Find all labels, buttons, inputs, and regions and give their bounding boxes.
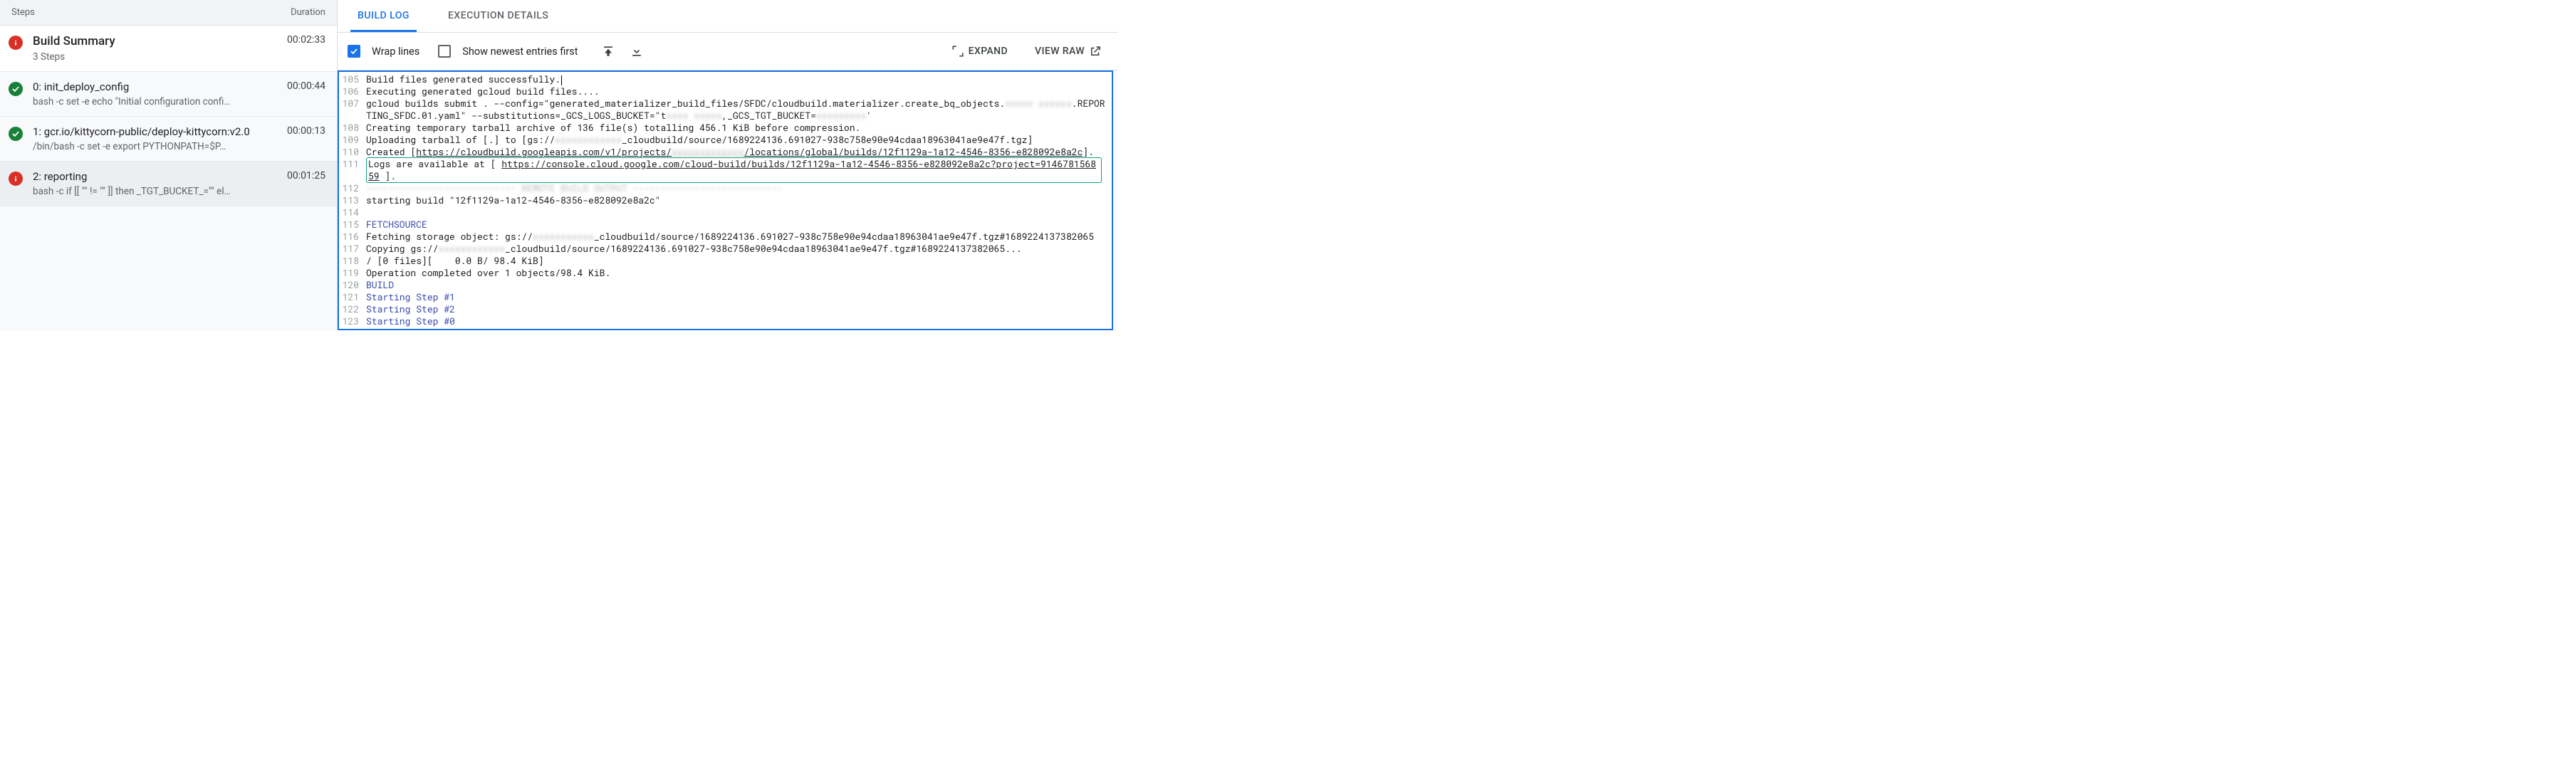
- line-number: 123: [339, 315, 366, 327]
- line-text: --------------------------- REMOTE BUILD…: [366, 182, 1112, 194]
- line-text: Build files generated successfully.: [366, 73, 1112, 85]
- summary-duration: 00:02:33: [287, 34, 325, 46]
- log-line: 116Fetching storage object: gs://xxxxxxx…: [339, 231, 1112, 243]
- steps-col-label: Steps: [11, 7, 35, 18]
- line-text: FETCHSOURCE: [366, 219, 1112, 231]
- build-summary-row[interactable]: Build Summary 3 Steps 00:02:33: [0, 26, 337, 72]
- line-number: 115: [339, 219, 366, 231]
- expand-label: EXPAND: [969, 46, 1008, 57]
- log-line: 114: [339, 206, 1112, 219]
- summary-title: Build Summary: [33, 34, 278, 48]
- line-number: 107: [339, 98, 366, 110]
- log-line: 118/ [0 files][ 0.0 B/ 98.4 KiB]: [339, 255, 1112, 267]
- expand-button[interactable]: EXPAND: [949, 41, 1011, 62]
- step-row-2[interactable]: 2: reporting bash -c if [[ "" != "" ]] th…: [0, 162, 337, 206]
- summary-sub: 3 Steps: [33, 51, 278, 63]
- log-line: 115FETCHSOURCE: [339, 219, 1112, 231]
- error-icon: [9, 36, 23, 50]
- log-panel: BUILD LOG EXECUTION DETAILS Wrap lines S…: [338, 0, 1117, 330]
- step-row-1[interactable]: 1: gcr.io/kittycorn-public/deploy-kittyc…: [0, 117, 337, 162]
- line-text: BUILD: [366, 279, 1112, 291]
- log-toolbar: Wrap lines Show newest entries first EXP…: [338, 33, 1117, 70]
- line-number: 121: [339, 291, 366, 303]
- line-number: 109: [339, 134, 366, 146]
- log-highlight-box: Logs are available at [ https://console.…: [366, 157, 1102, 183]
- line-text: Starting Step #1: [366, 291, 1112, 303]
- log-line: 113starting build "12f1129a-1a12-4546-83…: [339, 194, 1112, 206]
- log-line: 105Build files generated successfully.: [339, 73, 1112, 85]
- line-number: 111: [339, 158, 366, 170]
- log-line: 110Created [https://cloudbuild.googleapi…: [339, 146, 1112, 158]
- line-text: Logs are available at [ https://console.…: [366, 158, 1112, 182]
- view-raw-button[interactable]: VIEW RAW: [1032, 41, 1105, 62]
- log-line: 122Starting Step #2: [339, 303, 1112, 315]
- log-line: 107gcloud builds submit . --config="gene…: [339, 98, 1112, 122]
- check-icon: [9, 127, 23, 141]
- download-button[interactable]: [625, 40, 648, 63]
- line-text: Created [https://cloudbuild.googleapis.c…: [366, 146, 1112, 158]
- check-icon: [9, 82, 23, 96]
- log-viewer[interactable]: 105Build files generated successfully.10…: [338, 70, 1113, 330]
- view-raw-label: VIEW RAW: [1035, 46, 1085, 57]
- log-line: 109Uploading tarball of [.] to [gs://xxx…: [339, 134, 1112, 146]
- log-line: 108Creating temporary tarball archive of…: [339, 122, 1112, 134]
- scroll-top-button[interactable]: [597, 40, 620, 63]
- line-number: 116: [339, 231, 366, 243]
- error-icon: [9, 172, 23, 186]
- step-sub: /bin/bash -c set -e export PYTHONPATH=$P…: [33, 141, 278, 152]
- line-text: Fetching storage object: gs://xxxxxxxxxx…: [366, 231, 1112, 243]
- step-duration: 00:00:13: [287, 125, 325, 137]
- wrap-lines-checkbox[interactable]: [348, 45, 360, 58]
- steps-header: Steps Duration: [0, 0, 337, 26]
- line-text: Starting Step #2: [366, 303, 1112, 315]
- text-cursor: [561, 75, 562, 85]
- duration-col-label: Duration: [291, 7, 325, 18]
- step-duration: 00:01:25: [287, 170, 325, 181]
- log-line: 120BUILD: [339, 279, 1112, 291]
- tab-build-log[interactable]: BUILD LOG: [350, 0, 417, 32]
- log-line: 106Executing generated gcloud build file…: [339, 85, 1112, 98]
- line-number: 106: [339, 85, 366, 98]
- line-number: 105: [339, 73, 366, 85]
- step-title: 1: gcr.io/kittycorn-public/deploy-kittyc…: [33, 125, 278, 138]
- log-line: 119Operation completed over 1 objects/98…: [339, 267, 1112, 279]
- step-row-0[interactable]: 0: init_deploy_configbash -c set -e echo…: [0, 72, 337, 117]
- log-line: 112--------------------------- REMOTE BU…: [339, 182, 1112, 194]
- tabs: BUILD LOG EXECUTION DETAILS: [338, 0, 1117, 33]
- wrap-lines-label: Wrap lines: [372, 46, 419, 58]
- line-number: 114: [339, 206, 366, 219]
- show-newest-label: Show newest entries first: [462, 46, 578, 58]
- line-number: 117: [339, 243, 366, 255]
- show-newest-checkbox[interactable]: [438, 45, 451, 58]
- line-number: 118: [339, 255, 366, 267]
- line-text: gcloud builds submit . --config="generat…: [366, 98, 1112, 122]
- line-text: starting build "12f1129a-1a12-4546-8356-…: [366, 194, 1112, 206]
- step-duration: 00:00:44: [287, 80, 325, 92]
- line-number: 119: [339, 267, 366, 279]
- line-text: Operation completed over 1 objects/98.4 …: [366, 267, 1112, 279]
- tab-execution-details[interactable]: EXECUTION DETAILS: [441, 0, 556, 32]
- line-text: Copying gs://xxxxxxxxxxxx_cloudbuild/sou…: [366, 243, 1112, 255]
- step-title: 0: init_deploy_config: [33, 80, 278, 93]
- step-sub: bash -c set -e echo "Initial configurati…: [33, 96, 278, 107]
- step-sub: bash -c if [[ "" != "" ]] then _TGT_BUCK…: [33, 186, 278, 197]
- line-number: 113: [339, 194, 366, 206]
- line-number: 120: [339, 279, 366, 291]
- line-text: Creating temporary tarball archive of 13…: [366, 122, 1112, 134]
- log-line: 123Starting Step #0: [339, 315, 1112, 327]
- line-text: Executing generated gcloud build files..…: [366, 85, 1112, 98]
- line-number: 110: [339, 146, 366, 158]
- log-line: 117Copying gs://xxxxxxxxxxxx_cloudbuild/…: [339, 243, 1112, 255]
- log-line: 111Logs are available at [ https://conso…: [339, 158, 1112, 182]
- step-title: 2: reporting: [33, 170, 278, 183]
- line-number: 122: [339, 303, 366, 315]
- line-text: Uploading tarball of [.] to [gs://xxxxxx…: [366, 134, 1112, 146]
- line-number: 108: [339, 122, 366, 134]
- log-line: 121Starting Step #1: [339, 291, 1112, 303]
- line-text: / [0 files][ 0.0 B/ 98.4 KiB]: [366, 255, 1112, 267]
- line-text: Starting Step #0: [366, 315, 1112, 327]
- steps-panel: Steps Duration Build Summary 3 Steps 00:…: [0, 0, 338, 330]
- line-number: 112: [339, 182, 366, 194]
